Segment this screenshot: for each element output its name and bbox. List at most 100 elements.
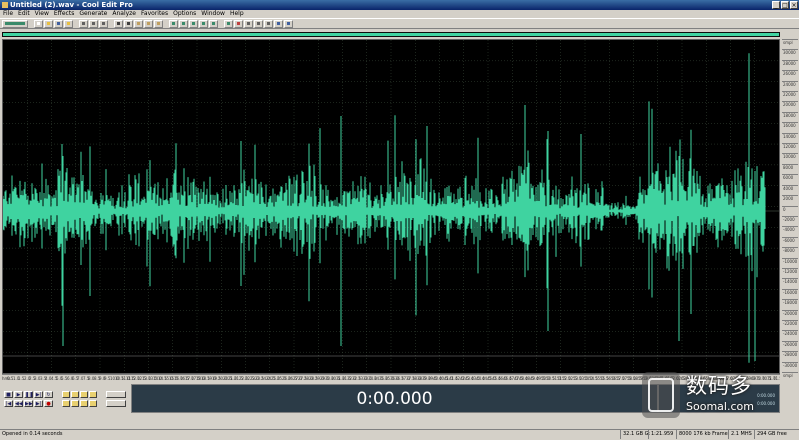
- amp-tick-label: -28000: [783, 352, 798, 357]
- menu-effects[interactable]: Effects: [54, 10, 74, 18]
- spectral-view-button[interactable]: [234, 20, 243, 28]
- cut-button[interactable]: [114, 20, 123, 28]
- menu-window[interactable]: Window: [201, 10, 225, 18]
- watermark-cn: 数码多: [686, 374, 752, 398]
- menu-bar: File Edit View Effects Generate Analyze …: [0, 10, 799, 18]
- transport-controls: ■ ▶ ❚❚ ▶| ↻ |◀ ◀◀ ▶▶ ▶| ●: [2, 384, 128, 414]
- watermark: 数码多 Soomal.com: [642, 368, 797, 422]
- amp-tick-label: 2000: [783, 196, 794, 201]
- status-rate: 2.1 MHS: [728, 430, 752, 439]
- delete-silence-button[interactable]: [179, 20, 188, 28]
- toolbar-separator: [219, 20, 223, 28]
- amp-tick-label: 26000: [783, 71, 796, 76]
- menu-analyze[interactable]: Analyze: [112, 10, 136, 18]
- toggle-multitrack-button[interactable]: [2, 20, 28, 28]
- fast-forward-button[interactable]: ▶▶: [24, 400, 33, 407]
- overview-scrollbar[interactable]: [2, 32, 780, 37]
- goto-start-button[interactable]: |◀: [4, 400, 13, 407]
- properties-button[interactable]: [264, 20, 273, 28]
- paste-button[interactable]: [134, 20, 143, 28]
- info-button[interactable]: [274, 20, 283, 28]
- amp-tick-label: -22000: [783, 321, 798, 326]
- zoom-in-vertical-button[interactable]: [80, 400, 88, 407]
- watermark-logo: [642, 372, 680, 418]
- status-length: 1:21.959: [648, 430, 673, 439]
- amplify-button[interactable]: [199, 20, 208, 28]
- menu-view[interactable]: View: [35, 10, 49, 18]
- settings-button[interactable]: [244, 20, 253, 28]
- zoom-reset-button[interactable]: [106, 400, 126, 407]
- zoom-full-button[interactable]: [80, 391, 88, 398]
- amp-tick-label: 6000: [783, 175, 794, 180]
- menu-options[interactable]: Options: [173, 10, 196, 18]
- menu-edit[interactable]: Edit: [18, 10, 30, 18]
- amp-tick-label: 24000: [783, 82, 796, 87]
- normalize-button[interactable]: [209, 20, 218, 28]
- pause-button[interactable]: ❚❚: [24, 391, 33, 398]
- zoom-to-selection-button[interactable]: [89, 391, 97, 398]
- status-message: Opened in 0.14 seconds: [2, 431, 63, 437]
- undo-button[interactable]: [79, 20, 88, 28]
- play-to-end-button[interactable]: ▶|: [34, 391, 43, 398]
- new-file-button[interactable]: [34, 20, 43, 28]
- zoom-options-button[interactable]: [106, 391, 126, 398]
- amp-tick-label: 18000: [783, 113, 796, 118]
- time-format-button[interactable]: [254, 20, 263, 28]
- status-disk: 32.1 GB G:: [620, 430, 650, 439]
- menu-favorites[interactable]: Favorites: [141, 10, 168, 18]
- help-button[interactable]: [284, 20, 293, 28]
- waveform-display[interactable]: [2, 39, 780, 374]
- save-file-button[interactable]: [54, 20, 63, 28]
- zoom-left-edge-button[interactable]: [62, 400, 70, 407]
- overview-visible-range[interactable]: [3, 33, 779, 36]
- amp-tick-label: -18000: [783, 300, 798, 305]
- waveform-view-button[interactable]: [224, 20, 233, 28]
- trim-button[interactable]: [169, 20, 178, 28]
- amplitude-ruler: smpl 30000 28000 26000 24000 22000 20000 18000 1…: [781, 39, 799, 378]
- time-display: 0:00.000: [131, 384, 658, 413]
- record-button[interactable]: ●: [44, 400, 53, 407]
- status-bar: Opened in 0.14 seconds 32.1 GB G: 1:21.9…: [0, 429, 799, 440]
- amp-tick-label: -6000: [783, 238, 795, 243]
- app-icon[interactable]: [2, 2, 8, 8]
- amp-tick-label: -10000: [783, 259, 798, 264]
- open-append-button[interactable]: [64, 20, 73, 28]
- window-title: Untitled (2).wav - Cool Edit Pro: [10, 1, 133, 9]
- minimize-button[interactable]: _: [772, 1, 780, 9]
- paste-new-button[interactable]: [144, 20, 153, 28]
- zoom-in-horizontal-button[interactable]: [62, 391, 70, 398]
- amp-tick-label: 10000: [783, 154, 796, 159]
- amp-tick-label: -26000: [783, 342, 798, 347]
- close-button[interactable]: ×: [790, 1, 798, 9]
- zoom-out-horizontal-button[interactable]: [71, 391, 79, 398]
- toolbar: [0, 18, 799, 29]
- amp-tick-label: -16000: [783, 290, 798, 295]
- mute-button[interactable]: [189, 20, 198, 28]
- amp-tick-label: 20000: [783, 102, 796, 107]
- zoom-out-vertical-button[interactable]: [89, 400, 97, 407]
- redo-button[interactable]: [89, 20, 98, 28]
- amp-tick-label: -2000: [783, 217, 795, 222]
- menu-generate[interactable]: Generate: [79, 10, 107, 18]
- amp-tick-label: 30000: [783, 50, 796, 55]
- open-file-button[interactable]: [44, 20, 53, 28]
- goto-end-button[interactable]: ▶|: [34, 400, 43, 407]
- amp-tick-label: 28000: [783, 61, 796, 66]
- amp-tick-label: -20000: [783, 311, 798, 316]
- zoom-right-edge-button[interactable]: [71, 400, 79, 407]
- menu-file[interactable]: File: [3, 10, 13, 18]
- play-button[interactable]: ▶: [14, 391, 23, 398]
- maximize-button[interactable]: □: [781, 1, 789, 9]
- amp-tick-label: -24000: [783, 331, 798, 336]
- loop-button[interactable]: ↻: [44, 391, 53, 398]
- amp-tick-label: -12000: [783, 269, 798, 274]
- rewind-button[interactable]: ◀◀: [14, 400, 23, 407]
- stop-button[interactable]: ■: [4, 391, 13, 398]
- copy-button[interactable]: [124, 20, 133, 28]
- amp-tick-label: 14000: [783, 134, 796, 139]
- mix-paste-button[interactable]: [154, 20, 163, 28]
- title-bar: Untitled (2).wav - Cool Edit Pro _ □ ×: [0, 0, 799, 10]
- menu-help[interactable]: Help: [230, 10, 244, 18]
- repeat-button[interactable]: [99, 20, 108, 28]
- status-format: 8000 176 kb Frame: [676, 430, 728, 439]
